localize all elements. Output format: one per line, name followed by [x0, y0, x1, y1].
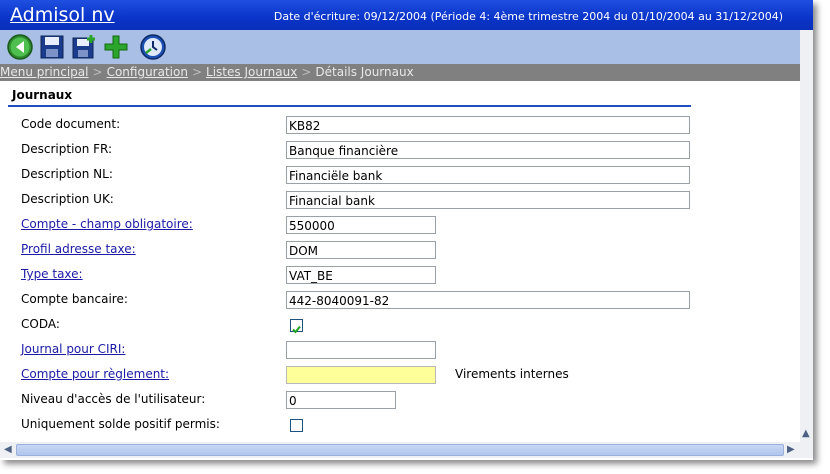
journal-ciri-field[interactable] — [286, 341, 436, 359]
niveau-acces-label: Niveau d'accès de l'utilisateur: — [21, 392, 206, 406]
breadcrumb-separator: > — [191, 65, 203, 79]
breadcrumb-separator: > — [92, 65, 103, 79]
add-icon[interactable] — [102, 33, 130, 61]
compte-field[interactable]: 550000 — [286, 216, 436, 234]
save-new-icon[interactable] — [70, 33, 98, 61]
breadcrumb-current: Détails Journaux — [315, 65, 414, 79]
horizontal-scrollbar[interactable]: ◀ ▶ — [0, 442, 800, 458]
save-icon[interactable] — [38, 33, 66, 61]
breadcrumb-configuration[interactable]: Configuration — [107, 65, 188, 79]
niveau-acces-field[interactable]: 0 — [286, 391, 396, 409]
code-document-field[interactable]: KB82 — [286, 116, 690, 134]
compte-bancaire-field[interactable]: 442-8040091-82 — [286, 291, 690, 309]
description-fr-label: Description FR: — [21, 142, 113, 156]
breadcrumb-separator: > — [301, 65, 312, 79]
compte-bancaire-label: Compte bancaire: — [21, 292, 128, 306]
description-nl-field[interactable]: Financiële bank — [286, 166, 690, 184]
breadcrumb-listes-journaux[interactable]: Listes Journaux — [206, 65, 297, 79]
code-document-label: Code document: — [21, 117, 121, 131]
compte-reglement-field[interactable] — [286, 366, 436, 384]
description-uk-label: Description UK: — [21, 192, 114, 206]
journal-ciri-link[interactable]: Journal pour CIRI: — [21, 342, 125, 356]
title-bar: Admisol nv Date d'écriture: 09/12/2004 (… — [0, 0, 813, 30]
scroll-right-icon[interactable]: ▶ — [787, 444, 795, 455]
solde-positif-checkbox[interactable] — [290, 419, 303, 432]
scroll-left-icon[interactable]: ◀ — [4, 444, 12, 455]
date-info: Date d'écriture: 09/12/2004 (Période 4: … — [273, 10, 783, 23]
scroll-corner — [800, 442, 813, 458]
type-taxe-field[interactable]: VAT_BE — [286, 266, 436, 284]
compte-reglement-description: Virements internes — [455, 367, 569, 381]
coda-checkbox[interactable] — [290, 319, 303, 334]
breadcrumb: Menu principal > Configuration > Listes Jour… — [0, 64, 800, 81]
description-nl-label: Description NL: — [21, 167, 113, 181]
app-title[interactable]: Admisol nv — [10, 4, 115, 26]
profil-adresse-taxe-field[interactable]: DOM — [286, 241, 436, 259]
section-header: Journaux — [8, 85, 691, 107]
description-uk-field[interactable]: Financial bank — [286, 191, 690, 209]
scroll-up-icon[interactable]: ▲ — [802, 428, 810, 439]
profil-adresse-taxe-link[interactable]: Profil adresse taxe: — [21, 242, 136, 256]
back-icon[interactable] — [6, 33, 34, 61]
breadcrumb-menu-principal[interactable]: Menu principal — [0, 65, 89, 79]
scroll-thumb[interactable] — [16, 444, 784, 456]
clock-icon[interactable] — [139, 33, 167, 61]
solde-positif-label: Uniquement solde positif permis: — [21, 417, 220, 431]
type-taxe-link[interactable]: Type taxe: — [21, 267, 83, 281]
description-fr-field[interactable]: Banque financière — [286, 141, 690, 159]
compte-reglement-link[interactable]: Compte pour règlement: — [21, 367, 169, 381]
vertical-scrollbar[interactable]: ▲ — [800, 30, 813, 442]
toolbar — [0, 30, 800, 64]
coda-label: CODA: — [21, 317, 60, 331]
compte-link[interactable]: Compte - champ obligatoire: — [21, 217, 193, 231]
app-window: Admisol nv Date d'écriture: 09/12/2004 (… — [0, 0, 813, 460]
checkmark-icon — [292, 325, 301, 334]
section-title: Journaux — [12, 88, 73, 102]
